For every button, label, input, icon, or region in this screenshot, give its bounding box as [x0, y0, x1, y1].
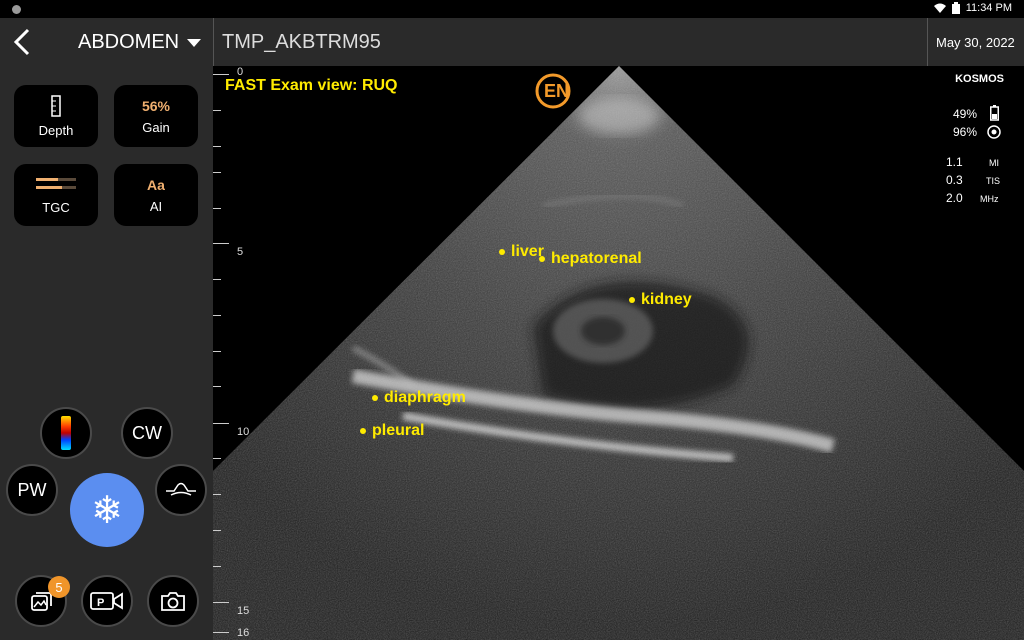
ruler-tick [213, 632, 229, 633]
probe-battery-value: 49% [953, 107, 978, 121]
ai-icon: Aa [147, 176, 165, 193]
freeze-button[interactable]: ❄ [70, 473, 144, 547]
preset-label: ABDOMEN [78, 31, 180, 53]
ai-label: AI [149, 198, 163, 214]
camera-icon [161, 592, 185, 611]
ruler-tick [213, 530, 221, 531]
patient-id[interactable]: TMP_AKBTRM95 [222, 31, 381, 54]
mi-value: 1.1 [946, 155, 963, 169]
frequency-label: MHz [980, 194, 999, 204]
annotation-text: pleural [372, 422, 425, 439]
annotation-marker [360, 428, 366, 434]
annotation-text: kidney [641, 291, 692, 308]
ruler-tick [213, 458, 221, 459]
cw-button[interactable]: CW [121, 407, 173, 459]
probe-battery-icon [990, 105, 999, 121]
annotation-text: hepatorenal [551, 250, 642, 267]
svg-text:EN: EN [544, 81, 569, 101]
wifi-icon [933, 3, 946, 13]
record-video-button[interactable]: P [81, 575, 133, 627]
ruler-tick [213, 494, 221, 495]
ruler-tick [213, 172, 221, 173]
battery-icon [951, 2, 960, 14]
top-bar: ABDOMEN TMP_AKBTRM95 May 30, 2022 [0, 18, 1024, 67]
exam-view-title: FAST Exam view: RUQ [225, 77, 398, 94]
ruler-tick [213, 279, 221, 280]
ultrasound-scan-image: EN [213, 66, 1024, 640]
ruler-tick [213, 566, 221, 567]
ruler-tick [213, 351, 221, 352]
header-divider [927, 18, 928, 66]
depth-label: Depth [38, 122, 74, 138]
frequency-value: 2.0 [946, 191, 963, 205]
control-sidebar: Depth 56% Gain TGC Aa AI CW PW ❄ 5 P [0, 66, 213, 640]
depth-button[interactable]: Depth [14, 85, 98, 147]
annotation-text: diaphragm [384, 389, 466, 406]
annotation-hepatorenal[interactable]: hepatorenal [539, 250, 642, 268]
color-doppler-button[interactable] [40, 407, 92, 459]
tis-label: TIS [986, 176, 1001, 186]
pw-button[interactable]: PW [6, 464, 58, 516]
system-status-bar: 11:34 PM [0, 0, 1024, 18]
annotation-diaphragm[interactable]: diaphragm [372, 389, 466, 407]
depth-label-10: 10 [237, 426, 250, 438]
tgc-button[interactable]: TGC [14, 164, 98, 226]
waveform-icon [166, 482, 196, 496]
annotation-marker [629, 297, 635, 303]
temperature-dial-icon [987, 125, 1001, 139]
capture-image-button[interactable] [147, 575, 199, 627]
gain-button[interactable]: 56% Gain [114, 85, 198, 147]
tgc-label: TGC [42, 199, 70, 215]
ultrasound-image-area[interactable]: EN 0 5 10 15 16 FAST Exam view: RUQ live… [213, 66, 1024, 640]
back-arrow-icon[interactable] [10, 26, 38, 58]
ruler-tick [213, 74, 229, 75]
ai-button[interactable]: Aa AI [114, 164, 198, 226]
mi-label: MI [989, 158, 999, 168]
gain-value: 56% [141, 97, 171, 114]
preset-dropdown[interactable]: ABDOMEN [78, 31, 202, 54]
tgc-sliders-icon [36, 177, 76, 189]
video-camera-icon: P [90, 592, 123, 610]
chevron-down-icon [187, 38, 202, 47]
clock: 11:34 PM [965, 2, 1012, 14]
depth-label-15: 15 [237, 605, 250, 617]
header-divider [213, 18, 214, 66]
cw-label: CW [132, 422, 162, 443]
ruler-tick [213, 315, 221, 316]
svg-text:P: P [97, 597, 104, 609]
gallery-count-badge: 5 [48, 576, 70, 598]
annotation-marker [372, 395, 378, 401]
annotation-marker [499, 249, 505, 255]
annotation-liver[interactable]: liver [499, 243, 544, 261]
mmode-button[interactable] [155, 464, 207, 516]
gain-label: Gain [142, 119, 170, 135]
status-right: 11:34 PM [933, 2, 1012, 14]
device-name: KOSMOS [955, 73, 1004, 85]
annotation-pleural[interactable]: pleural [360, 422, 424, 440]
color-doppler-icon [61, 416, 71, 450]
ruler-tick [213, 243, 229, 244]
ruler-tick [213, 110, 221, 111]
ruler-tick [213, 386, 221, 387]
ruler-icon [51, 94, 61, 117]
ruler-tick [213, 208, 221, 209]
tablet-battery-value: 96% [953, 125, 978, 139]
notification-dot-icon [12, 5, 21, 14]
ruler-tick [213, 602, 229, 603]
exam-date: May 30, 2022 [936, 35, 1015, 50]
tis-value: 0.3 [946, 173, 963, 187]
ruler-tick [213, 423, 229, 424]
depth-label-16: 16 [237, 627, 250, 639]
annotation-kidney[interactable]: kidney [629, 291, 692, 309]
snowflake-icon: ❄ [91, 489, 123, 532]
pw-label: PW [17, 479, 47, 500]
ruler-tick [213, 146, 221, 147]
depth-label-5: 5 [237, 246, 244, 258]
annotation-marker [539, 256, 545, 262]
